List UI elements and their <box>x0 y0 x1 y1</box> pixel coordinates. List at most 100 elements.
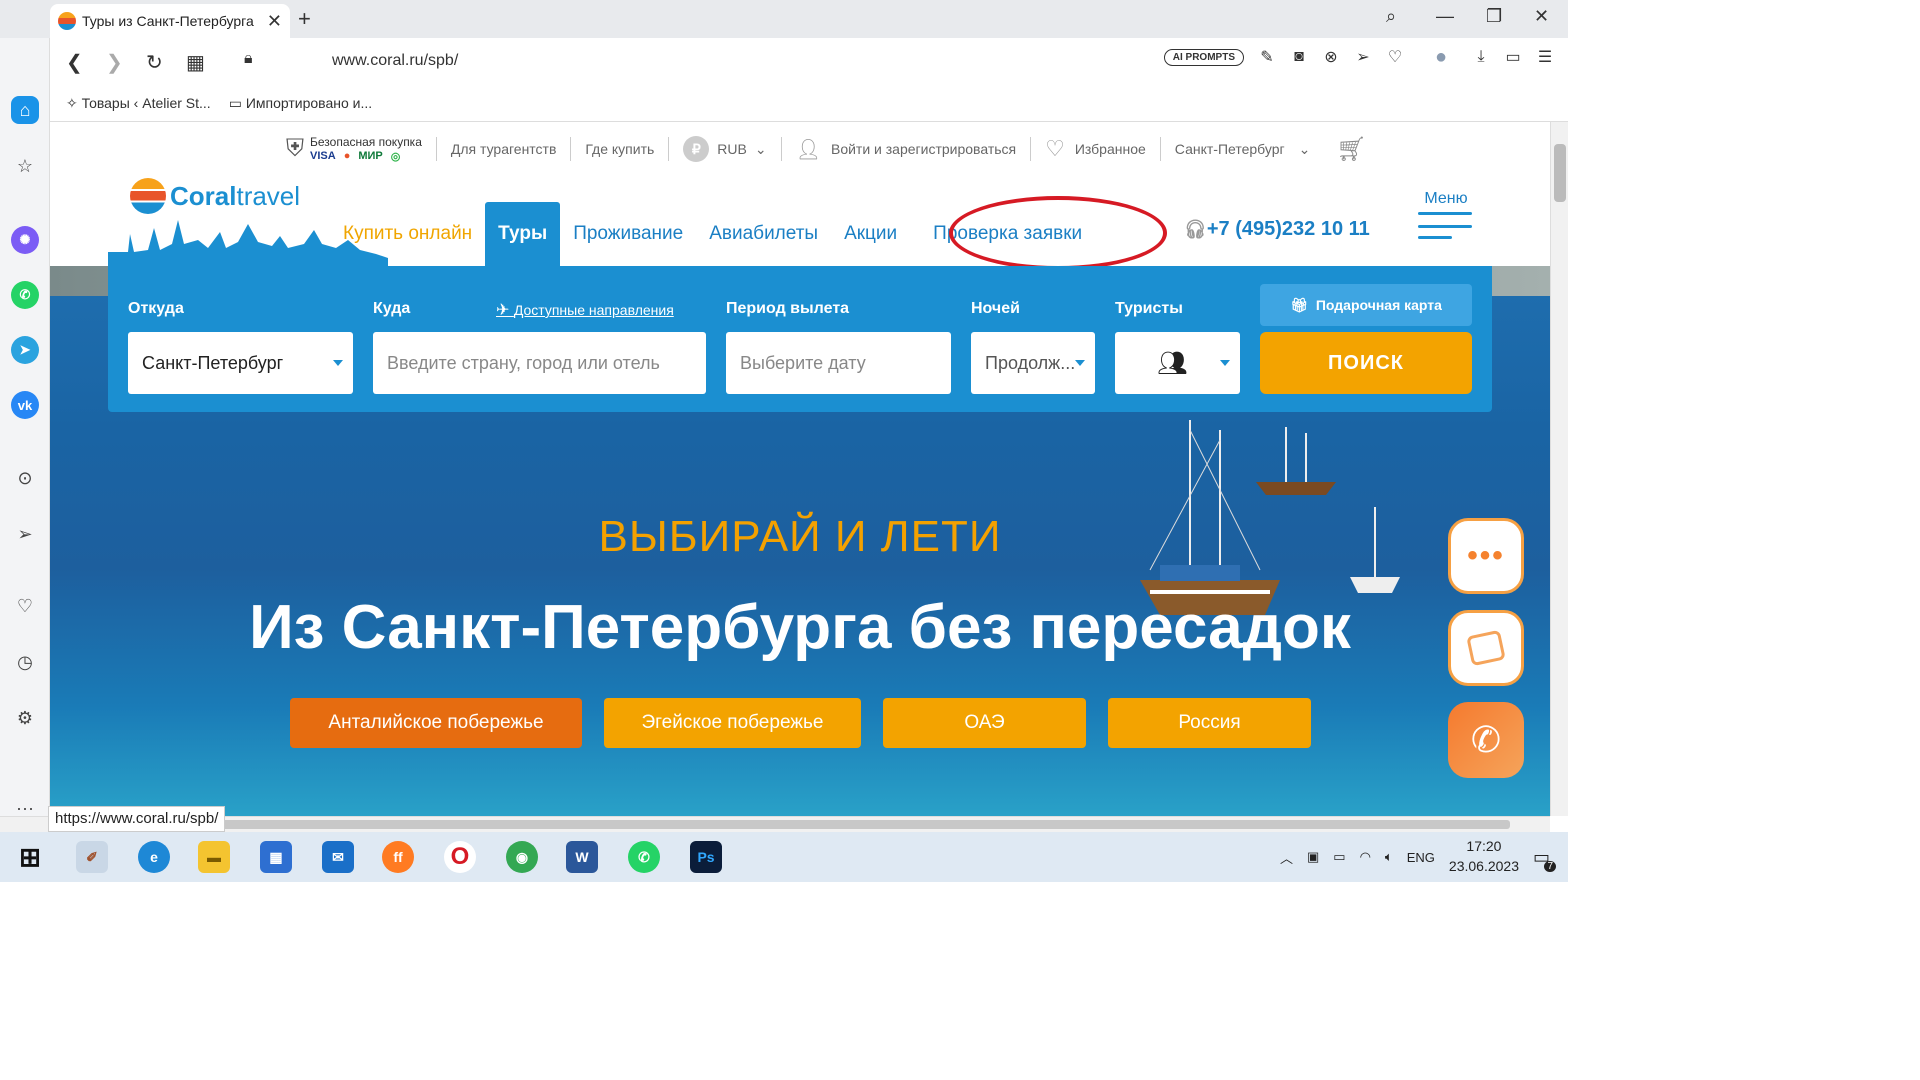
favorites-icon[interactable]: ♡ <box>1386 48 1404 66</box>
restore-icon[interactable]: ❐ <box>1486 6 1502 27</box>
web-page: ⛨ Безопасная покупка VISA ● МИР ◎ Для ту… <box>50 122 1550 816</box>
windows-start-icon[interactable]: ⊞ <box>14 841 46 873</box>
shield-lock-icon: ⛨ <box>286 135 304 162</box>
bookmarks-bar: ✧ Товары ‹ Atelier St... ▭ Импортировано… <box>50 86 1568 122</box>
phone-link[interactable]: 🎧︎+7 (495)232 10 11 <box>1184 218 1370 241</box>
whatsapp-icon[interactable]: ✆ <box>11 281 39 309</box>
search-tabs-icon[interactable]: ⌕ <box>1386 6 1396 27</box>
volume-icon[interactable]: 🔈︎ <box>1385 849 1393 865</box>
back-icon[interactable]: ❮ <box>66 50 83 75</box>
language-indicator[interactable]: ENG <box>1407 850 1435 865</box>
messenger-icon[interactable]: ✺ <box>11 226 39 254</box>
hero-headline: Из Санкт-Петербурга без пересадок <box>249 593 1351 662</box>
cart-icon[interactable]: 🛒︎ <box>1336 135 1366 164</box>
tray-chevron-icon[interactable]: ︿ <box>1280 848 1293 867</box>
edit-icon[interactable]: ✎ <box>1258 48 1276 66</box>
browser-sidebar: O ⌂ ☆ ✺ ✆ ➤ vk ⊙ ➢ ♡ ◷ ⚙ ··· <box>0 0 50 832</box>
mail-icon[interactable]: ✉ <box>322 841 354 873</box>
menu-flights[interactable]: Авиабилеты <box>696 202 831 266</box>
opera-taskbar-icon[interactable]: O <box>444 841 476 873</box>
battery-icon[interactable]: ▭ <box>1504 48 1522 66</box>
chat-bubble-icon <box>1466 629 1506 667</box>
currency-selector[interactable]: ₽ RUB ⌄ <box>683 136 767 162</box>
call-button[interactable]: ✆ <box>1448 702 1524 778</box>
vk-icon[interactable]: vk <box>11 391 39 419</box>
pill-aegean[interactable]: Эгейское побережье <box>604 698 861 748</box>
menu-buy-online[interactable]: Купить онлайн <box>330 202 485 266</box>
horizontal-scrollbar[interactable] <box>0 816 1550 832</box>
notifications-icon[interactable]: ▭ 7 <box>1533 847 1556 872</box>
browser-tab[interactable]: Туры из Санкт-Петербурга ✕ <box>50 4 290 38</box>
forward-icon[interactable]: ❯ <box>106 50 123 75</box>
device-icon[interactable]: ▣ <box>1307 849 1319 865</box>
close-tab-icon[interactable]: ✕ <box>267 11 282 32</box>
edge-icon[interactable]: e <box>138 841 170 873</box>
where-to-buy-link[interactable]: Где купить <box>585 141 654 157</box>
clock[interactable]: 17:20 23.06.2023 <box>1449 837 1519 876</box>
menu-promotions[interactable]: Акции <box>831 202 910 266</box>
tabs-grid-icon[interactable]: ▦ <box>186 50 205 75</box>
caret-down-icon <box>1220 360 1230 366</box>
message-button[interactable] <box>1448 610 1524 686</box>
minimize-icon[interactable]: — <box>1436 6 1454 27</box>
date-input[interactable]: Выберите дату <box>726 332 951 394</box>
flow-icon[interactable]: ➢ <box>1354 48 1372 66</box>
menu-toggle[interactable]: Меню <box>1416 190 1476 239</box>
send-icon[interactable]: ➢ <box>11 520 39 548</box>
easy-setup-icon[interactable]: ☰ <box>1536 48 1554 66</box>
new-tab-icon[interactable]: + <box>298 6 311 32</box>
close-window-icon[interactable]: ✕ <box>1534 6 1549 27</box>
city-selector[interactable]: Санкт-Петербург ⌄ <box>1175 141 1311 158</box>
chat-more-button[interactable]: ••• <box>1448 518 1524 594</box>
menu-accommodation[interactable]: Проживание <box>560 202 696 266</box>
whatsapp-taskbar-icon[interactable]: ✆ <box>628 841 660 873</box>
settings-icon[interactable]: ⚙ <box>11 704 39 732</box>
adblock-icon[interactable]: ⊗ <box>1322 48 1340 66</box>
destination-input[interactable]: Введите страну, город или отель <box>373 332 706 394</box>
lock-icon[interactable]: 🔒︎ <box>244 50 253 68</box>
camera-icon[interactable]: ◙ <box>1290 48 1308 66</box>
pill-russia[interactable]: Россия <box>1108 698 1311 748</box>
pill-uae[interactable]: ОАЭ <box>883 698 1086 748</box>
ai-prompts-button[interactable]: AI PROMPTS <box>1163 48 1244 66</box>
word-icon[interactable]: W <box>566 841 598 873</box>
star-icon[interactable]: ☆ <box>11 152 39 180</box>
explorer-icon[interactable]: ▬ <box>198 841 230 873</box>
firefox-icon[interactable]: ff <box>382 841 414 873</box>
h-scroll-thumb[interactable] <box>50 820 1510 829</box>
profile-avatar-icon[interactable]: ● <box>1432 46 1450 68</box>
favorites-link[interactable]: ♡ Избранное <box>1045 136 1146 162</box>
plane-icon: ✈ <box>496 302 514 319</box>
photoshop-icon[interactable]: Ps <box>690 841 722 873</box>
chrome-icon[interactable]: ◉ <box>506 841 538 873</box>
telegram-icon[interactable]: ➤ <box>11 336 39 364</box>
store-icon[interactable]: ▦ <box>260 841 292 873</box>
available-directions-link[interactable]: ✈ Доступные направления <box>496 300 674 320</box>
gift-card-button[interactable]: 🎁︎ Подарочная карта <box>1260 284 1472 326</box>
agents-link[interactable]: Для турагентств <box>451 141 557 157</box>
search-button[interactable]: ПОИСК <box>1260 332 1472 394</box>
history-icon[interactable]: ◷ <box>11 648 39 676</box>
system-tray: ︿ ▣ ▭ ◠ 🔈︎ ENG 17:20 23.06.2023 ▭ 7 <box>1280 832 1568 882</box>
reload-icon[interactable]: ↻ <box>146 50 163 75</box>
menu-tours[interactable]: Туры <box>485 202 561 266</box>
download-icon[interactable]: ⤓ <box>1472 48 1490 66</box>
nights-select[interactable]: Продолж... <box>971 332 1095 394</box>
from-select[interactable]: Санкт-Петербург <box>128 332 353 394</box>
pill-antalya[interactable]: Анталийское побережье <box>290 698 582 748</box>
battery-tray-icon[interactable]: ▭ <box>1333 849 1345 865</box>
wifi-icon[interactable]: ◠ <box>1360 849 1371 865</box>
coral-travel-logo[interactable]: Coraltravel <box>130 178 300 214</box>
heart-icon[interactable]: ♡ <box>11 592 39 620</box>
tourists-select[interactable]: 👥︎ <box>1115 332 1240 394</box>
scroll-thumb[interactable] <box>1554 144 1566 202</box>
login-link[interactable]: 👤︎ Войти и зарегистрироваться <box>796 137 1017 162</box>
vertical-scrollbar[interactable] <box>1550 122 1568 816</box>
home-icon[interactable]: ⌂ <box>11 96 39 124</box>
logo-sun-icon <box>130 178 166 214</box>
bookmark-folder[interactable]: ▭ Импортировано и... <box>229 95 372 112</box>
url-field[interactable]: www.coral.ru/spb/ <box>332 52 458 70</box>
player-icon[interactable]: ⊙ <box>11 464 39 492</box>
paint-icon[interactable]: ✐ <box>76 841 108 873</box>
bookmark-item[interactable]: ✧ Товары ‹ Atelier St... <box>66 95 211 112</box>
